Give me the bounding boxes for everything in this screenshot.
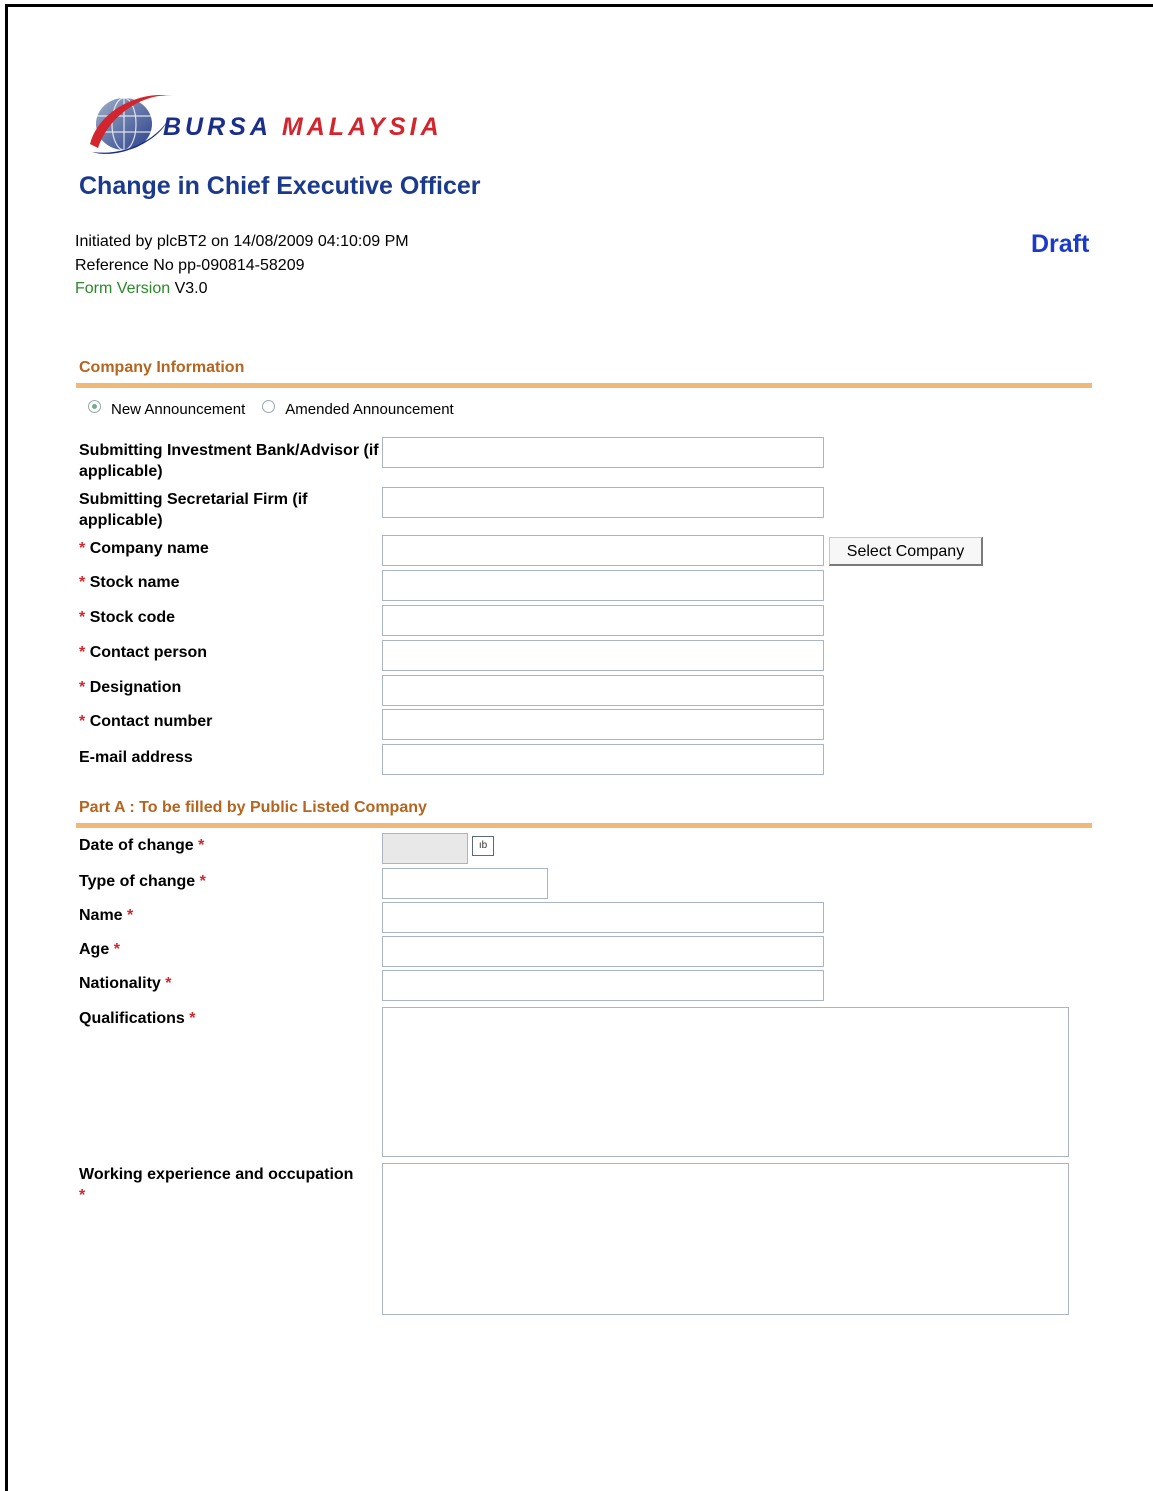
required-mark: * xyxy=(127,907,134,924)
status-badge: Draft xyxy=(1031,230,1090,258)
contact-number-input[interactable] xyxy=(382,709,824,740)
radio-label-amended: Amended Announcement xyxy=(285,401,454,418)
required-mark: * xyxy=(79,540,86,557)
initiated-info: Initiated by plcBT2 on 14/08/2009 04:10:… xyxy=(75,233,409,250)
investment-bank-input[interactable] xyxy=(382,437,824,468)
brand-name-part2: MALAYSIA xyxy=(281,113,443,141)
label-text: Contact number xyxy=(89,713,213,730)
required-mark: * xyxy=(199,873,206,890)
label-contact-person: * Contact person xyxy=(79,642,379,663)
label-contact-number: * Contact number xyxy=(79,711,379,732)
section-divider xyxy=(76,823,1092,828)
email-input[interactable] xyxy=(382,744,824,775)
form-version-label: Form Version xyxy=(75,280,171,297)
section-title-part-a: Part A : To be filled by Public Listed C… xyxy=(79,799,427,816)
reference-number: Reference No pp-090814-58209 xyxy=(75,257,305,274)
calendar-icon[interactable]: ıb xyxy=(472,836,494,856)
type-of-change-input[interactable] xyxy=(382,868,548,899)
required-mark: * xyxy=(113,941,120,958)
label-nationality: Nationality * xyxy=(79,973,379,994)
required-mark: * xyxy=(189,1010,196,1027)
label-text: Stock code xyxy=(89,609,176,626)
name-input[interactable] xyxy=(382,902,824,933)
required-mark: * xyxy=(79,713,86,730)
select-company-button[interactable]: Select Company xyxy=(829,537,983,566)
qualifications-textarea[interactable] xyxy=(382,1007,1069,1157)
form-version-value: V3.0 xyxy=(174,280,208,297)
required-mark: * xyxy=(198,837,205,854)
label-stock-code: * Stock code xyxy=(79,607,379,628)
label-text: Designation xyxy=(89,679,182,696)
label-secretarial-firm: Submitting Secretarial Firm (if applicab… xyxy=(79,491,308,529)
announcement-type-group: New Announcement Amended Announcement xyxy=(88,400,471,418)
label-text: Name xyxy=(79,907,123,924)
working-experience-textarea[interactable] xyxy=(382,1163,1069,1315)
label-text: Stock name xyxy=(89,574,180,591)
brand-name-part1: BURSA xyxy=(163,113,271,141)
label-company-name: * Company name xyxy=(79,538,379,559)
label-type-of-change: Type of change * xyxy=(79,871,379,892)
label-name: Name * xyxy=(79,905,379,926)
age-input[interactable] xyxy=(382,936,824,967)
label-date-of-change: Date of change * xyxy=(79,835,379,856)
nationality-input[interactable] xyxy=(382,970,824,1001)
label-text: Nationality xyxy=(79,975,161,992)
radio-label-new: New Announcement xyxy=(111,401,246,418)
label-text: Contact person xyxy=(89,644,208,661)
required-mark: * xyxy=(79,609,86,626)
section-title-company-info: Company Information xyxy=(79,359,245,376)
stock-code-input[interactable] xyxy=(382,605,824,636)
company-name-input[interactable] xyxy=(382,535,824,566)
label-text: Type of change xyxy=(79,873,196,890)
contact-person-input[interactable] xyxy=(382,640,824,671)
label-text: Working experience and occupation xyxy=(79,1166,354,1183)
label-text: Date of change xyxy=(79,837,194,854)
radio-amended-announcement[interactable] xyxy=(262,400,276,413)
required-mark: * xyxy=(165,975,172,992)
brand-wordmark: BURSA MALAYSIA xyxy=(163,113,443,142)
label-age: Age * xyxy=(79,939,379,960)
section-divider xyxy=(76,383,1092,388)
label-text: Company name xyxy=(89,540,209,557)
designation-input[interactable] xyxy=(382,675,824,706)
date-of-change-input[interactable] xyxy=(382,833,468,864)
label-qualifications: Qualifications * xyxy=(79,1008,379,1029)
label-email: E-mail address xyxy=(79,749,193,766)
form-version: Form Version V3.0 xyxy=(75,280,208,298)
label-text: Age xyxy=(79,941,110,958)
secretarial-firm-input[interactable] xyxy=(382,487,824,518)
label-text: Qualifications xyxy=(79,1010,185,1027)
label-stock-name: * Stock name xyxy=(79,572,379,593)
label-designation: * Designation xyxy=(79,677,379,698)
page-title: Change in Chief Executive Officer xyxy=(79,172,481,200)
radio-new-announcement[interactable] xyxy=(88,400,101,413)
required-mark: * xyxy=(79,1187,86,1204)
required-mark: * xyxy=(79,644,86,661)
required-mark: * xyxy=(79,679,86,696)
label-investment-bank: Submitting Investment Bank/Advisor (if a… xyxy=(79,442,379,480)
stock-name-input[interactable] xyxy=(382,570,824,601)
required-mark: * xyxy=(79,574,86,591)
label-working-experience: Working experience and occupation * xyxy=(79,1164,379,1206)
